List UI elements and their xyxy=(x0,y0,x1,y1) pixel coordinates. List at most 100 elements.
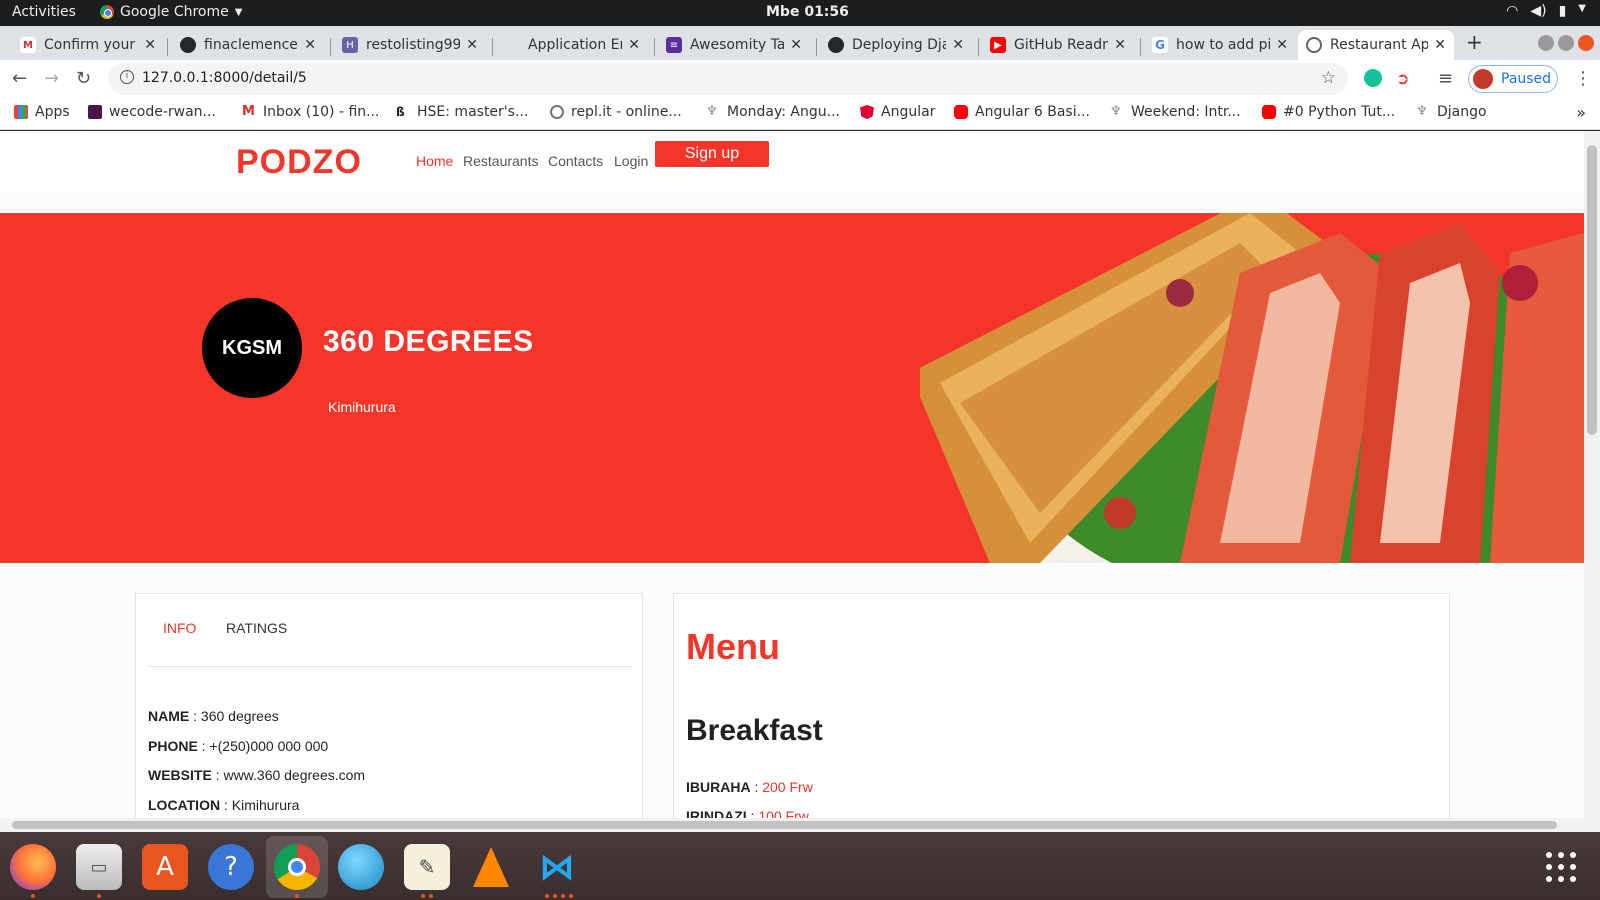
close-icon[interactable]: ✕ xyxy=(628,37,640,53)
info-value: www.360 degrees.com xyxy=(223,767,366,783)
close-icon[interactable]: ✕ xyxy=(1434,37,1446,53)
bookmark-item[interactable]: M Inbox (10) - fin... xyxy=(242,104,380,120)
bookmark-item[interactable]: ß HSE: master's... xyxy=(396,104,528,120)
tab-ratings[interactable]: RATINGS xyxy=(226,620,287,636)
bookmark-item[interactable]: Apps xyxy=(14,104,70,120)
close-icon[interactable]: ✕ xyxy=(144,37,156,53)
vertical-scrollbar[interactable] xyxy=(1584,131,1600,818)
restaurant-hero: KGSM 360 DEGREES Kimihurura xyxy=(0,213,1584,563)
youtube-icon xyxy=(1262,105,1276,119)
app-menu[interactable]: Google Chrome ▼ xyxy=(100,4,242,20)
url-text[interactable]: 127.0.0.1:8000/detail/5 xyxy=(142,70,307,86)
restaurant-location: Kimihurura xyxy=(328,399,396,415)
signup-button[interactable]: Sign up xyxy=(655,141,769,167)
horizontal-scrollbar[interactable] xyxy=(0,818,1600,832)
replit-icon xyxy=(550,105,564,119)
nav-home[interactable]: Home xyxy=(416,153,453,169)
system-tray[interactable]: ◠ ◀) ▮ ▼ xyxy=(1506,3,1586,19)
new-tab-button[interactable]: + xyxy=(1466,30,1483,54)
wifi-icon: ◠ xyxy=(1506,3,1519,19)
bookmark-item[interactable]: ♆ Django xyxy=(1416,104,1487,120)
divider xyxy=(148,666,632,667)
grammarly-icon[interactable] xyxy=(1364,69,1382,87)
close-icon[interactable]: ✕ xyxy=(304,37,316,53)
show-applications-icon[interactable] xyxy=(1546,852,1576,882)
tab-strip: M Confirm your e ✕ finaclemence ✕ H rest… xyxy=(0,26,1600,60)
minimize-button[interactable] xyxy=(1538,35,1554,51)
google-icon: G xyxy=(1152,37,1168,53)
apps-grid-icon xyxy=(14,105,28,119)
tab-title: finaclemence xyxy=(204,37,298,53)
close-icon[interactable]: ✕ xyxy=(952,37,964,53)
site-header: PODZO Home Restaurants Contacts Login Si… xyxy=(0,131,1584,193)
close-icon[interactable]: ✕ xyxy=(466,37,478,53)
firefox-icon[interactable] xyxy=(10,844,56,890)
info-card: INFO RATINGS NAME : 360 degrees PHONE : … xyxy=(135,593,643,818)
menu-item-name: IBURAHA xyxy=(686,779,751,795)
info-label: NAME xyxy=(148,708,190,724)
food-image xyxy=(920,213,1584,563)
restaurant-logo-badge: KGSM xyxy=(202,298,302,398)
nav-contacts[interactable]: Contacts xyxy=(548,153,603,169)
browser-tab[interactable]: finaclemence ✕ xyxy=(172,30,324,60)
close-icon[interactable]: ✕ xyxy=(1276,37,1288,53)
menu-item: IRINDAZI : 100 Frw xyxy=(686,808,809,818)
address-bar[interactable]: i 127.0.0.1:8000/detail/5 ☆ xyxy=(108,63,1348,95)
tab-info[interactable]: INFO xyxy=(163,620,196,636)
browser-tab[interactable]: ▶ GitHub Readm ✕ xyxy=(982,30,1134,60)
browser-tab[interactable]: Application Er ✕ xyxy=(496,30,648,60)
media-control-icon[interactable]: ≡ xyxy=(1438,68,1453,89)
avatar xyxy=(1473,69,1493,89)
software-center-icon[interactable]: A xyxy=(142,844,188,890)
bookmark-item[interactable]: ♆ Weekend: Intr... xyxy=(1110,104,1241,120)
info-icon[interactable]: i xyxy=(120,70,134,84)
close-icon[interactable]: ✕ xyxy=(1114,37,1126,53)
bookmark-label: Weekend: Intr... xyxy=(1131,104,1241,120)
chrome-icon[interactable] xyxy=(266,836,328,898)
github-icon xyxy=(180,37,196,53)
bookmark-item[interactable]: wecode-rwan... xyxy=(88,104,216,120)
system-top-bar: Activities Google Chrome ▼ Mbe 01:56 ◠ ◀… xyxy=(0,0,1600,26)
chevron-right-icon[interactable]: » xyxy=(1576,103,1586,122)
text-editor-icon[interactable]: ✎ xyxy=(404,844,450,890)
browser-tab[interactable]: G how to add pi ✕ xyxy=(1144,30,1296,60)
profile-button[interactable]: Paused xyxy=(1468,65,1558,93)
slack-icon xyxy=(88,105,102,119)
bookmark-item[interactable]: repl.it - online... xyxy=(550,104,682,120)
browser-tab[interactable]: Deploying Dja ✕ xyxy=(820,30,972,60)
vscode-icon[interactable]: ⋈ xyxy=(534,844,580,890)
extension-icon[interactable]: ➲ xyxy=(1396,69,1414,88)
nav-restaurants[interactable]: Restaurants xyxy=(463,153,538,169)
nav-login[interactable]: Login xyxy=(614,153,648,169)
chevron-down-icon: ▼ xyxy=(1578,3,1586,14)
browser-tab-active[interactable]: Restaurant Ap ✕ xyxy=(1298,30,1454,60)
close-icon[interactable]: ✕ xyxy=(790,37,802,53)
menu-kebab-icon[interactable]: ⋮ xyxy=(1574,68,1592,89)
browser-tab[interactable]: ≡ Awesomity Ta ✕ xyxy=(658,30,810,60)
checklist-icon: ≡ xyxy=(666,37,682,53)
app-menu-label: Google Chrome xyxy=(120,4,229,20)
reload-button[interactable]: ↻ xyxy=(76,68,91,89)
bookmark-item[interactable]: Angular xyxy=(860,104,935,120)
vlc-icon[interactable] xyxy=(468,844,514,890)
bookmarks-bar: Apps wecode-rwan... M Inbox (10) - fin..… xyxy=(0,98,1600,130)
back-button[interactable]: ← xyxy=(12,68,27,89)
files-icon[interactable]: ▭ xyxy=(76,844,122,890)
activities-button[interactable]: Activities xyxy=(12,4,76,20)
bookmark-star-icon[interactable]: ☆ xyxy=(1321,68,1336,88)
maximize-button[interactable] xyxy=(1558,35,1574,51)
forward-button[interactable]: → xyxy=(44,68,59,89)
help-icon[interactable]: ? xyxy=(208,844,254,890)
site-logo[interactable]: PODZO xyxy=(236,143,362,182)
bookmark-item[interactable]: Angular 6 Basi... xyxy=(954,104,1090,120)
page-viewport: PODZO Home Restaurants Contacts Login Si… xyxy=(0,131,1584,818)
info-value: 360 degrees xyxy=(200,708,279,724)
heroku-icon: H xyxy=(342,37,358,53)
stacer-icon[interactable] xyxy=(338,844,384,890)
bookmark-item[interactable]: #0 Python Tut... xyxy=(1262,104,1395,120)
browser-tab[interactable]: H restolisting99 ✕ xyxy=(334,30,486,60)
browser-tab[interactable]: M Confirm your e ✕ xyxy=(12,30,164,60)
clock[interactable]: Mbe 01:56 xyxy=(766,4,849,20)
bookmark-item[interactable]: ♆ Monday: Angu... xyxy=(706,104,840,120)
close-window-button[interactable] xyxy=(1578,35,1594,51)
